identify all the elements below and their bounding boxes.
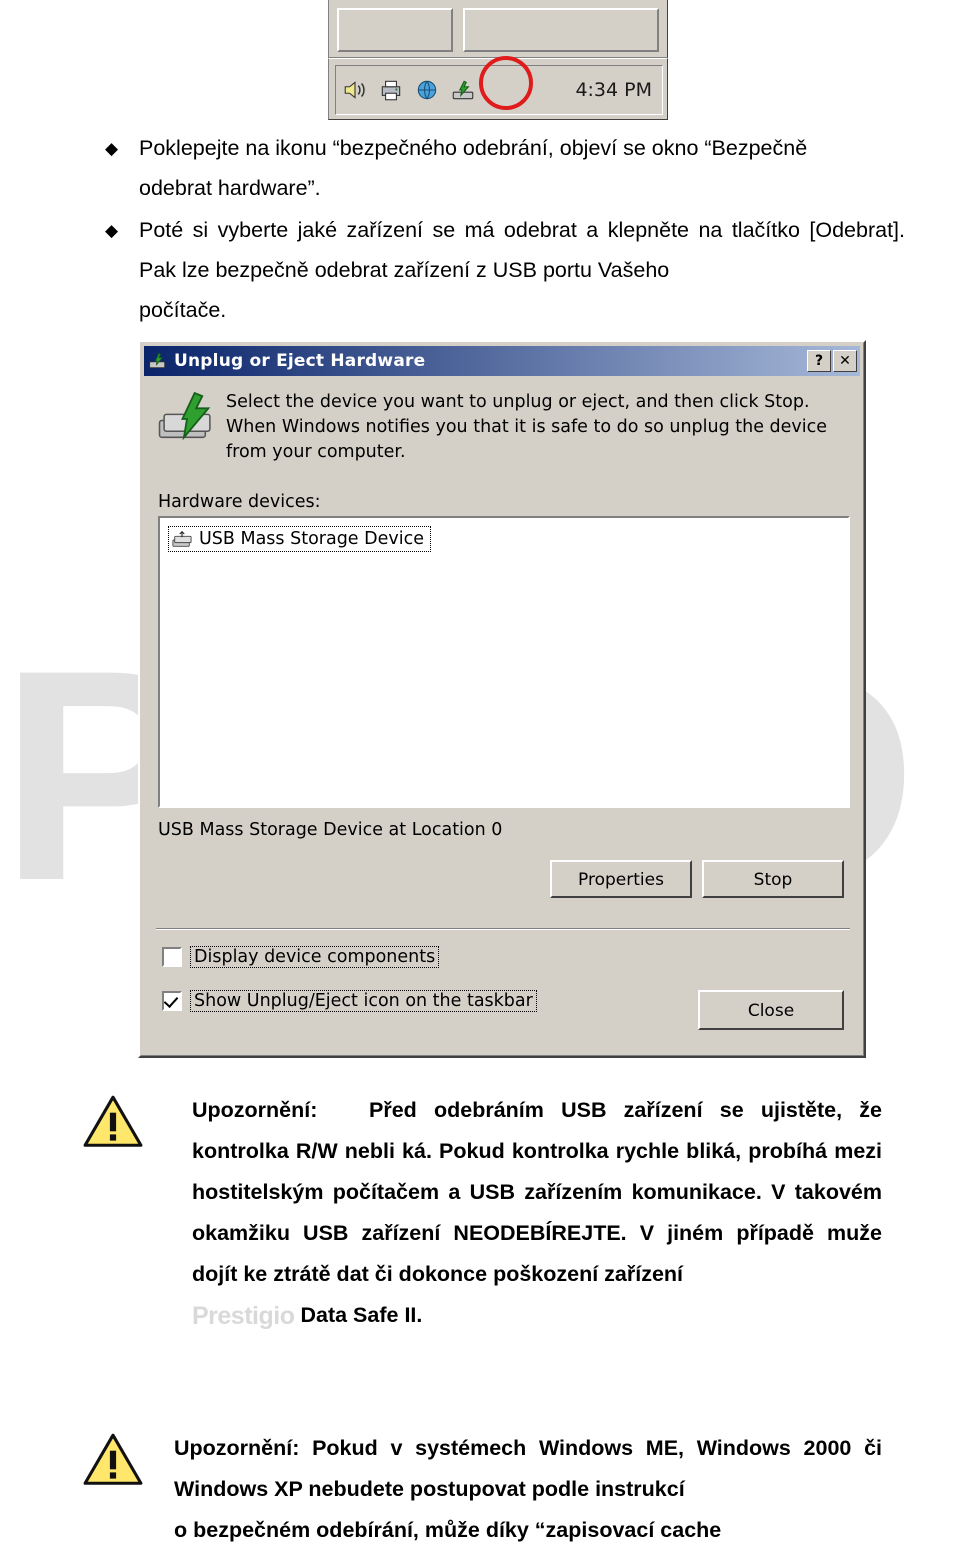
help-button[interactable]: ? [807, 350, 831, 372]
bullet-tail-text: počítače. [139, 298, 227, 322]
dialog-title: Unplug or Eject Hardware [174, 351, 426, 371]
bullet-body: Poté si vyberte jaké zařízení se má odeb… [139, 210, 905, 330]
display-device-components-label: Display device components [190, 946, 440, 968]
safely-remove-hardware-icon[interactable] [450, 77, 476, 103]
printer-icon[interactable] [378, 77, 404, 103]
warning-note-1-product: Data Safe II. [300, 1303, 423, 1327]
warning-note-2: Upozornění: Pokud v systémech Windows ME… [82, 1428, 882, 1551]
speaker-icon[interactable] [342, 77, 368, 103]
warning-note-1-last-line: Prestigio Data Safe II. [192, 1295, 882, 1337]
warning-note-2-text: Upozornění: Pokud v systémech Windows ME… [174, 1436, 882, 1501]
close-button-label: Close [747, 1001, 795, 1021]
properties-button-label: Properties [578, 870, 664, 890]
dialog-divider [156, 928, 850, 930]
warning-note-2-body: Upozornění: Pokud v systémech Windows ME… [174, 1428, 882, 1551]
warning-triangle-icon [83, 1433, 143, 1485]
device-location-status: USB Mass Storage Device at Location 0 [158, 820, 503, 840]
bullet-tail-text: odebrat hardware”. [139, 176, 321, 200]
prestigio-watermark: Prestigio [192, 1302, 295, 1330]
red-circle-highlight [479, 56, 533, 110]
properties-button[interactable]: Properties [550, 860, 692, 898]
taskbar-buttons-row [328, 0, 668, 58]
instructions-list: ◆ Poklepejte na ikonu “bezpečného odebrá… [105, 128, 905, 332]
unplug-hardware-icon [149, 352, 166, 369]
close-icon[interactable]: ✕ [833, 350, 857, 372]
display-device-components-checkbox[interactable] [162, 947, 182, 967]
list-item[interactable]: USB Mass Storage Device [168, 526, 431, 552]
taskbar-button-1[interactable] [337, 8, 453, 52]
bullet-marker: ◆ [105, 221, 119, 240]
warning-note-1: Upozornění: Před odebráním USB zařízení … [82, 1090, 882, 1337]
show-unplug-icon-label: Show Unplug/Eject icon on the taskbar [190, 990, 537, 1012]
hardware-devices-label: Hardware devices: [158, 492, 321, 512]
display-device-components-row[interactable]: Display device components [162, 946, 440, 968]
warning-note-1-text: Upozornění: Před odebráním USB zařízení … [192, 1098, 882, 1286]
dialog-description: Select the device you want to unplug or … [226, 392, 828, 462]
titlebar-buttons: ? ✕ [807, 350, 857, 372]
show-unplug-icon-row[interactable]: Show Unplug/Eject icon on the taskbar [162, 990, 537, 1012]
network-icon[interactable] [414, 77, 440, 103]
close-button[interactable]: Close [698, 990, 844, 1030]
dialog-header: Select the device you want to unplug or … [156, 390, 852, 465]
dialog-titlebar[interactable]: Unplug or Eject Hardware ? ✕ [144, 346, 860, 376]
unplug-eject-hardware-dialog: Unplug or Eject Hardware ? ✕ Select the … [138, 340, 866, 1058]
bullet-body: Poklepejte na ikonu “bezpečného odebrání… [139, 128, 905, 208]
list-item: ◆ Poklepejte na ikonu “bezpečného odebrá… [105, 128, 905, 208]
usb-storage-icon [172, 530, 192, 547]
hardware-eject-icon [158, 391, 211, 441]
stop-button[interactable]: Stop [702, 860, 844, 898]
warning-note-1-body: Upozornění: Před odebráním USB zařízení … [192, 1090, 882, 1337]
taskbar-screenshot: 4:34 PM [328, 0, 668, 120]
taskbar-clock: 4:34 PM [575, 79, 652, 101]
bullet-main-text: Poklepejte na ikonu “bezpečného odebrání… [139, 136, 808, 160]
hardware-devices-listbox[interactable]: USB Mass Storage Device [158, 516, 850, 808]
list-item: ◆ Poté si vyberte jaké zařízení se má od… [105, 210, 905, 330]
taskbar-button-2[interactable] [463, 8, 659, 52]
bullet-marker: ◆ [105, 139, 119, 158]
warning-triangle-icon [83, 1095, 143, 1147]
bullet-main-text: Poté si vyberte jaké zařízení se má odeb… [139, 218, 905, 282]
warning-note-2-last-line: o bezpečném odebírání, může díky “zapiso… [174, 1518, 722, 1542]
stop-button-label: Stop [753, 870, 793, 890]
device-name: USB Mass Storage Device [199, 529, 424, 549]
show-unplug-icon-checkbox[interactable] [162, 991, 182, 1011]
